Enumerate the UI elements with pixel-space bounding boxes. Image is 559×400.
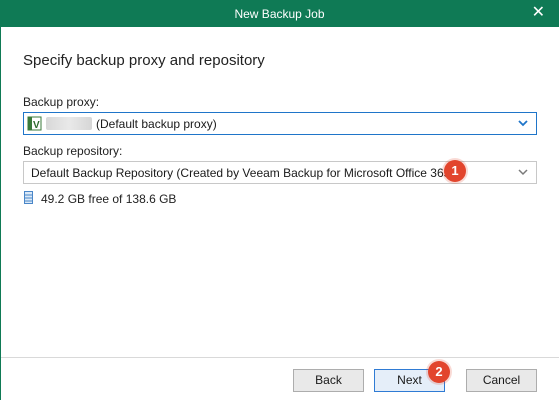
backup-proxy-label: Backup proxy: [23,95,100,109]
annotation-badge-2: 2 [428,361,450,383]
server-icon: V [27,116,42,131]
backup-repository-value: Default Backup Repository (Created by Ve… [31,166,455,180]
backup-proxy-value: (Default backup proxy) [96,117,217,131]
redacted-server-name [46,117,92,130]
chevron-down-icon [518,169,528,176]
title-bar: New Backup Job ✕ [0,0,559,27]
back-button[interactable]: Back [293,369,364,392]
chevron-down-icon [518,120,528,127]
backup-proxy-dropdown[interactable]: V (Default backup proxy) [23,112,537,135]
page-title: Specify backup proxy and repository [23,52,265,69]
repository-free-space: 49.2 GB free of 138.6 GB [41,192,177,206]
annotation-badge-1: 1 [444,160,466,182]
close-icon[interactable]: ✕ [532,4,545,22]
storage-icon [24,191,33,204]
window-title: New Backup Job [234,7,325,21]
window-border [0,27,1,400]
backup-repository-label: Backup repository: [23,144,123,158]
footer-divider [1,357,559,358]
cancel-button[interactable]: Cancel [466,369,537,392]
svg-text:V: V [33,120,40,131]
